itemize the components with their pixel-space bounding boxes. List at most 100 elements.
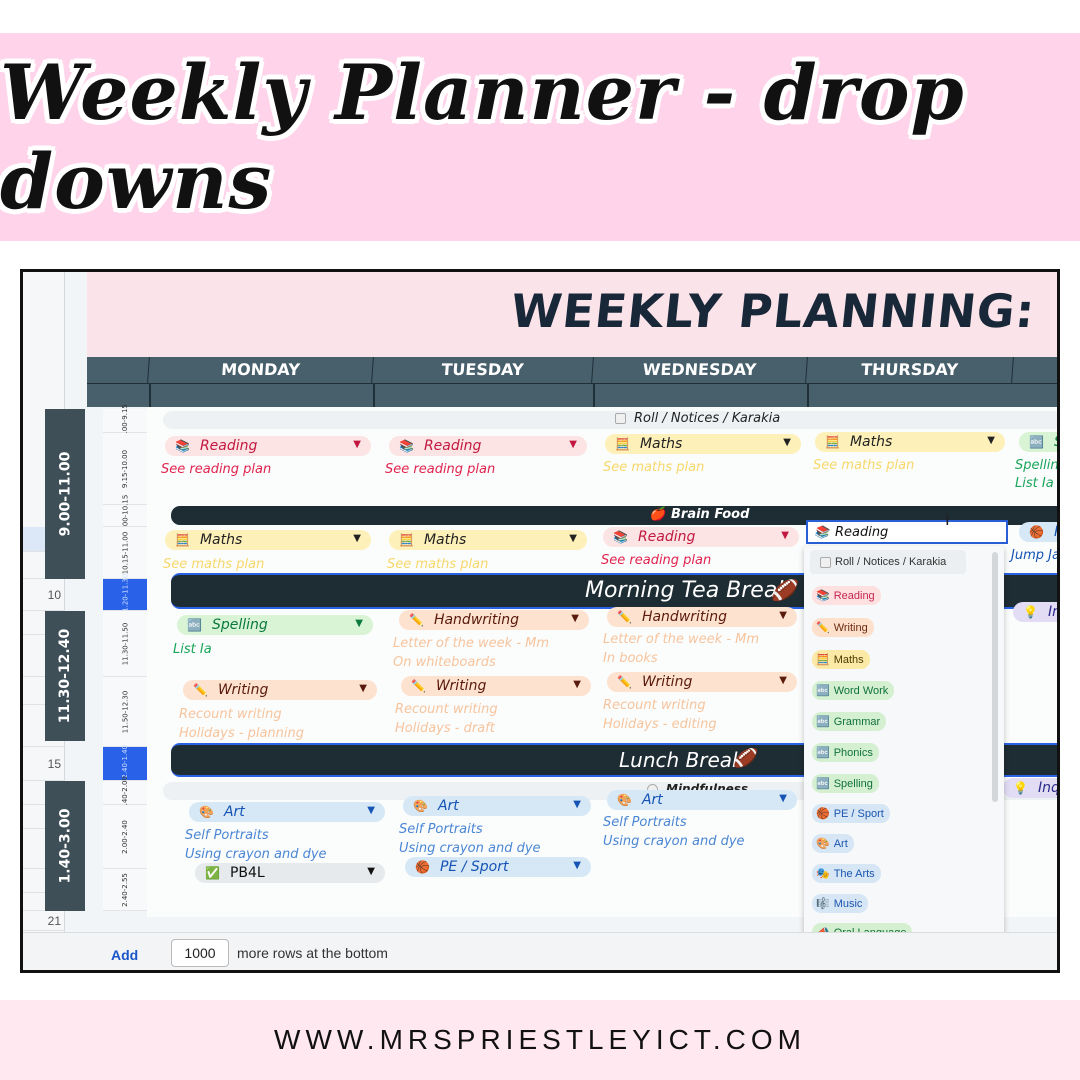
chevron-down-icon[interactable]: ▼ <box>573 679 581 690</box>
dropdown-option-pe-sport[interactable]: 🏀 PE / Sport <box>812 804 890 823</box>
dropdown-option-roll[interactable]: Roll / Notices / Karakia <box>810 550 966 574</box>
subject-dropdown-maths[interactable]: 🧮 Maths ▼ <box>605 434 801 454</box>
lesson-note[interactable]: Holidays - editing <box>603 715 717 734</box>
row-number[interactable]: 21 <box>23 911 65 931</box>
lesson-note[interactable]: Letter of the week - Mm <box>393 634 549 653</box>
website-url[interactable]: WWW.MRSPRIESTLEYICT.COM <box>274 1024 806 1056</box>
dropdown-option-writing[interactable]: ✏️ Writing <box>812 618 874 637</box>
day-wednesday[interactable]: WEDNESDAY <box>592 357 808 383</box>
lesson-note[interactable]: Using crayon and dye <box>603 832 745 851</box>
subject-dropdown-reading[interactable]: 📚 Reading ▼ <box>603 527 799 547</box>
chevron-down-icon[interactable]: ▼ <box>573 799 581 810</box>
time-slot-selected[interactable]: 11.20-11.30 <box>103 573 147 616</box>
cell-editor-value[interactable]: Reading <box>835 525 888 540</box>
row-number[interactable]: 10 <box>23 579 65 611</box>
time-slot[interactable]: 10.00-10.15 <box>103 494 147 537</box>
time-slot[interactable]: 10.15-11.00 <box>103 527 147 579</box>
chevron-down-icon[interactable]: ▼ <box>359 683 367 694</box>
time-slot[interactable]: 2.40-2.55 <box>103 869 147 911</box>
lesson-note[interactable]: See maths plan <box>163 555 264 574</box>
lesson-note[interactable]: On whiteboards <box>393 653 496 672</box>
chevron-down-icon[interactable]: ▼ <box>779 793 787 804</box>
chevron-down-icon[interactable]: ▼ <box>571 613 579 624</box>
subject-dropdown-maths[interactable]: 🧮 Maths ▼ <box>389 530 587 550</box>
lesson-note[interactable]: Self Portraits <box>399 820 483 839</box>
dropdown-option-reading[interactable]: 📚 Reading <box>812 586 881 605</box>
chevron-down-icon[interactable]: ▼ <box>367 866 375 877</box>
subject-dropdown-spelling[interactable]: 🔤 Sp <box>1019 432 1057 452</box>
lesson-note[interactable]: See reading plan <box>385 460 495 479</box>
lesson-note[interactable]: Self Portraits <box>603 813 687 832</box>
chevron-down-icon[interactable]: ▼ <box>779 675 787 686</box>
day-tuesday[interactable]: TUESDAY <box>372 357 594 383</box>
add-rows-button[interactable]: Add <box>111 947 138 963</box>
lesson-note[interactable]: Spelling <box>1015 456 1057 475</box>
lesson-note[interactable]: Recount writing <box>179 705 282 724</box>
subject-dropdown-pb4l[interactable]: ✅ PB4L ▼ <box>195 863 385 883</box>
chevron-down-icon[interactable]: ▼ <box>781 530 789 541</box>
lesson-note[interactable]: See reading plan <box>161 460 271 479</box>
subject-dropdown-reading[interactable]: 📚 Reading ▼ <box>389 436 587 456</box>
chevron-down-icon[interactable]: ▼ <box>367 805 375 816</box>
chevron-down-icon[interactable]: ▼ <box>569 439 577 450</box>
subject-dropdown-pe[interactable]: 🏀 PE / Sport ▼ <box>405 857 591 877</box>
lesson-note[interactable]: Using crayon and dye <box>399 839 541 858</box>
lesson-note[interactable]: See reading plan <box>601 551 711 570</box>
roll-notices-cell[interactable]: Roll / Notices / Karakia <box>615 411 780 426</box>
time-slot[interactable]: 9.00-9.15 <box>103 404 147 437</box>
time-slot[interactable]: 2.00-2.40 <box>103 805 147 869</box>
day-monday[interactable]: MONDAY <box>148 357 374 383</box>
chevron-down-icon[interactable]: ▼ <box>353 439 361 450</box>
chevron-down-icon[interactable]: ▼ <box>987 435 995 446</box>
row-number[interactable]: 15 <box>23 747 65 781</box>
dropdown-option-spelling[interactable]: 🔤 Spelling <box>812 774 879 793</box>
roll-row[interactable] <box>163 411 1057 429</box>
lesson-note[interactable]: Holidays - draft <box>395 719 495 738</box>
lesson-note[interactable]: Holidays - planning <box>179 724 304 743</box>
subject-dropdown-art[interactable]: 🎨 Art ▼ <box>607 790 797 810</box>
subject-dropdown-menu[interactable]: Roll / Notices / Karakia 📚 Reading ✏️ Writ… <box>804 546 1004 970</box>
dropdown-option-music[interactable]: 🎼 Music <box>812 894 869 913</box>
lesson-note[interactable]: Jump Ja <box>1011 546 1057 565</box>
subject-dropdown-pe[interactable]: 🏀 PE <box>1019 522 1057 542</box>
lesson-note[interactable]: Recount writing <box>395 700 498 719</box>
subject-dropdown-spelling[interactable]: 🔤 Spelling ▼ <box>177 615 373 635</box>
dropdown-option-phonics[interactable]: 🔤 Phonics <box>812 743 879 762</box>
subject-dropdown-handwriting[interactable]: ✏️ Handwriting ▼ <box>399 610 589 630</box>
checkbox-icon[interactable] <box>615 413 626 424</box>
lesson-note[interactable]: List Ia <box>173 640 212 659</box>
lesson-note[interactable]: In books <box>603 649 658 668</box>
lesson-note[interactable]: Using crayon and dye <box>185 845 327 864</box>
lesson-note[interactable]: List Ia <box>1015 474 1054 493</box>
rows-count-input[interactable]: 1000 <box>171 939 229 967</box>
subject-dropdown-inquiry[interactable]: 💡 Inq <box>1013 602 1057 622</box>
chevron-down-icon[interactable]: ▼ <box>779 610 787 621</box>
chevron-down-icon[interactable]: ▼ <box>573 860 581 871</box>
lesson-note[interactable]: See maths plan <box>813 456 914 475</box>
dropdown-scrollbar[interactable] <box>992 552 998 802</box>
lesson-note[interactable]: Letter of the week - Mm <box>603 630 759 649</box>
subject-dropdown-reading[interactable]: 📚 Reading ▼ <box>165 436 371 456</box>
subject-dropdown-writing[interactable]: ✏️ Writing ▼ <box>183 680 377 700</box>
subject-dropdown-handwriting[interactable]: ✏️ Handwriting ▼ <box>607 607 797 627</box>
subject-dropdown-inquiry[interactable]: 💡 Inquir <box>1003 778 1057 798</box>
lesson-note[interactable]: Self Portraits <box>185 826 269 845</box>
dropdown-option-the-arts[interactable]: 🎭 The Arts <box>812 864 881 883</box>
dropdown-option-grammar[interactable]: 🔤 Grammar <box>812 712 887 731</box>
thursday-cell-editor[interactable]: 📚 Reading <box>806 520 1008 544</box>
lesson-note[interactable]: Recount writing <box>603 696 706 715</box>
subject-dropdown-maths[interactable]: 🧮 Maths ▼ <box>815 432 1005 452</box>
chevron-down-icon[interactable]: ▼ <box>783 437 791 448</box>
time-slot[interactable]: 11.50-12.30 <box>103 677 147 747</box>
subject-dropdown-art[interactable]: 🎨 Art ▼ <box>403 796 591 816</box>
subject-dropdown-art[interactable]: 🎨 Art ▼ <box>189 802 385 822</box>
subject-dropdown-writing[interactable]: ✏️ Writing ▼ <box>401 676 591 696</box>
lesson-note[interactable]: See maths plan <box>387 555 488 574</box>
time-slot[interactable]: 11.30-11.50 <box>103 611 147 677</box>
dropdown-option-art[interactable]: 🎨 Art <box>812 834 854 853</box>
subject-dropdown-maths[interactable]: 🧮 Maths ▼ <box>165 530 371 550</box>
chevron-down-icon[interactable]: ▼ <box>355 618 363 629</box>
day-thursday[interactable]: THURSDAY <box>806 357 1014 383</box>
time-slot[interactable]: 1.40-2.00 <box>103 776 147 809</box>
dropdown-option-word-work[interactable]: 🔤 Word Work <box>812 681 895 700</box>
